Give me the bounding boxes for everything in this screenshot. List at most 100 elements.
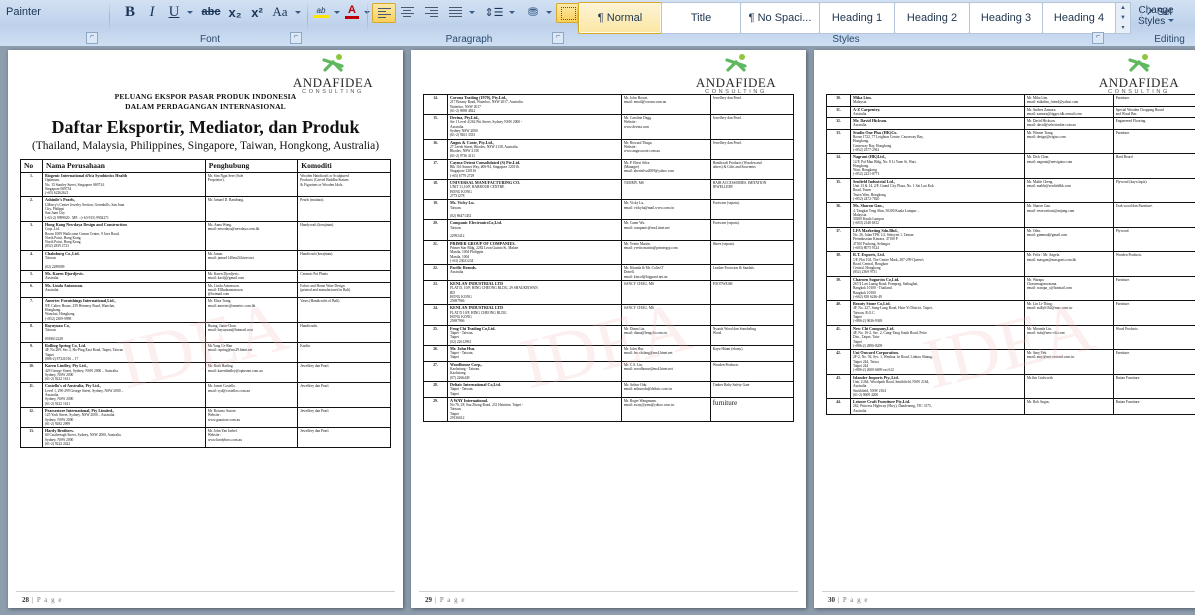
cell-company-name: Chalnburg Co.,Ltd. Taiwan. (02) 2289009 xyxy=(42,249,206,271)
table-row[interactable]: 10. Karen Lindley, Pty Ltd., 429 George St… xyxy=(20,362,391,384)
table-row[interactable]: 22. Pacific Brands. Australia Mr. Khanda & … xyxy=(423,264,795,281)
table-row[interactable]: 24. KENLAN INDUSTRIAL LTD FLAT D 10/F, HIN… xyxy=(423,304,795,326)
underline-button[interactable]: U xyxy=(164,2,184,22)
table-row[interactable]: 21. PRIMER GROUP OF COMPANIES. Primer Star… xyxy=(423,239,795,266)
style-item-no-spacing[interactable]: ¶ No Spaci... xyxy=(740,2,820,34)
cell-no: 12. xyxy=(20,406,43,429)
table-row[interactable]: 20. Companic ElectronicsCo,Ltd. Taiwan. 22… xyxy=(423,219,795,241)
strikethrough-button[interactable]: abc xyxy=(198,2,224,22)
clipboard-dialog-launcher[interactable]: ⌐ xyxy=(86,32,98,44)
table-row[interactable]: 12. Pearsestore International, Pty Limite… xyxy=(20,406,391,429)
table-row[interactable]: 31. A-Z Carpentry. Australia. Mr. Andrez Za… xyxy=(826,105,1195,119)
document-page[interactable]: IDEA ANDAFIDEA CONSULTING PELUANG EKSPOR… xyxy=(8,50,403,608)
table-row[interactable]: 13. Hardy Brothers. 60 Castlereagh Street,… xyxy=(20,427,391,449)
font-dialog-launcher[interactable]: ⌐ xyxy=(290,32,302,44)
superscript-button[interactable]: x² xyxy=(246,2,268,22)
subscript-button[interactable]: x₂ xyxy=(224,2,246,22)
italic-button[interactable]: I xyxy=(142,2,162,22)
table-row[interactable]: 4. Chalnburg Co.,Ltd. Taiwan. (02) 2289009… xyxy=(20,249,391,271)
table-row[interactable]: 44. Leisure Craft Furniture Pty.Ltd. 262, … xyxy=(826,398,1195,415)
word-ribbon: Painter ⌐ B I U abc x₂ x² Aa Font ⌐ ab A xyxy=(0,0,1195,47)
align-center-button[interactable] xyxy=(396,3,418,21)
table-row[interactable]: 5. Ms. Karen Djordjevic. Australia. Mr. Kar… xyxy=(20,269,391,283)
change-case-button[interactable]: Aa xyxy=(268,2,292,22)
table-row[interactable]: 43. Islander Imports Pty.,Ltd. Unit 1/264,… xyxy=(826,373,1195,400)
table-row[interactable]: 38. R.T. Exports, Ltd. 1/F, Flat 102, The … xyxy=(826,251,1195,277)
table-row[interactable]: 29. A WAY International. No 76, 2F, Sau Zh… xyxy=(423,396,795,423)
table-row[interactable]: 14. Corona Trading (1970), Pty.Ltd., 217 B… xyxy=(423,93,795,116)
cell-no: 21. xyxy=(423,239,448,266)
table-row[interactable]: 25. Feng Chi Trading Co,Ltd. Taipei - Taiw… xyxy=(423,324,795,346)
paragraph-dialog-launcher[interactable]: ⌐ xyxy=(552,32,564,44)
table-row[interactable]: 26. Mr. John Hsu. Taipei - Taiwan. Taipei Mr… xyxy=(423,344,795,362)
table-row[interactable]: 32. Mr. David Hickson. Australia. Mr. David… xyxy=(826,117,1195,130)
table-row[interactable]: 39. Charoen Sugarcin Co,Ltd. 267/4 Lan Lua… xyxy=(826,275,1195,302)
cell-line: TAMMY, MS xyxy=(623,181,644,186)
table-row[interactable]: 3. Hong Kong Newdaya Design and Construct… xyxy=(20,220,391,251)
styles-dialog-launcher[interactable]: ⌐ xyxy=(1092,32,1104,44)
style-item-normal[interactable]: ¶ Normal xyxy=(578,2,662,34)
format-painter-button[interactable]: Painter xyxy=(6,4,92,20)
document-page[interactable]: IDEA ANDAFIDEA CONSULTING 14. Corona Tra… xyxy=(411,50,806,608)
table-row[interactable]: 18. UNIVERSAL MANUFACTURING CO. UNIT 11,10… xyxy=(423,179,795,201)
line-spacing-dropdown-arrow[interactable] xyxy=(506,3,517,21)
table-row[interactable]: 36. Ms. Sharon Gan., 4, Tangkat Tong Shin,… xyxy=(826,202,1195,228)
style-item-heading-2[interactable]: Heading 2 xyxy=(894,2,970,34)
bold-button[interactable]: B xyxy=(120,2,140,22)
cell-no: 36. xyxy=(826,202,851,228)
cell-contact: Mr. Mika Lim. email: mikalim_friend@yahoo… xyxy=(1023,94,1114,107)
table-row[interactable]: 40. Beauty Stone Co,Ltd. 4F, No. 227, Sung… xyxy=(826,300,1195,326)
table-row[interactable]: 19. Ms. Vicky Lu. Taiwan. (02) 86471452 Mr.… xyxy=(423,199,795,221)
table-row[interactable]: 28. Deltaic International Co,Ltd. Taipei -… xyxy=(423,380,795,398)
cell-no: 6. xyxy=(20,281,43,299)
align-right-button[interactable] xyxy=(420,3,442,21)
table-row[interactable]: 9. Rolling Spring Co, Ltd. 4F, No.269, Sec… xyxy=(20,342,391,364)
shading-button[interactable]: ⛃ xyxy=(522,3,544,21)
align-left-button[interactable] xyxy=(372,3,396,23)
select-button[interactable]: ➚ Sel xyxy=(1146,4,1194,20)
table-row[interactable]: 33. Studio One Plus (HK)Co. Room 1722, 77 … xyxy=(826,128,1195,155)
style-item-heading-4[interactable]: Heading 4 xyxy=(1042,2,1116,34)
highlight-dropdown-arrow[interactable] xyxy=(331,2,342,22)
line-spacing-button[interactable]: ⇕☰ xyxy=(482,3,506,21)
cell-line: @hotmail.com xyxy=(207,292,230,297)
table-row[interactable]: 11. Costello's of Australia, Pty Ltd., Lev… xyxy=(20,382,391,408)
underline-dropdown-arrow[interactable] xyxy=(184,2,196,22)
cell-line: Furniture. xyxy=(1115,130,1130,135)
table-row[interactable]: 42. Uni Onward Corporation. 2F-2, No. 92, … xyxy=(826,349,1195,375)
cell-line: email: info@new-chi.com xyxy=(1026,330,1065,335)
table-row[interactable]: 1. Biogenic International d/b/a Symbiotic… xyxy=(20,171,391,198)
styles-gallery-scroll[interactable]: ▲ ▼ ▾ xyxy=(1115,2,1131,34)
table-row[interactable]: 6. Ms. Linda Antonsson. Australia. Ms. Lind… xyxy=(20,281,391,299)
table-row[interactable]: 15. Devina, Pty.Ltd., Ste 1 Level 4/262 Pi… xyxy=(423,114,795,140)
table-row[interactable]: 27. Woodhouse Corp,. Kaohsiung - Taiwan. Ka… xyxy=(423,360,795,382)
cell-line: Shoes (sepatu). xyxy=(712,241,735,246)
cell-company-name: Deltaic International Co,Ltd. Taipei - Ta… xyxy=(447,380,622,398)
table-row[interactable]: 41. New Chi Company,Ltd. 4F, No. 16-2, Sec… xyxy=(826,324,1195,351)
table-row[interactable]: 16. Angus & Coote, Pty.Ltd., 27 Leeds Stre… xyxy=(423,138,795,160)
style-item-title[interactable]: Title xyxy=(661,2,741,34)
font-color-button[interactable]: A xyxy=(342,2,362,22)
justify-button[interactable] xyxy=(444,3,466,21)
document-page[interactable]: IDEA ANDAFIDEA CONSULTING 30. Mika Lim. … xyxy=(814,50,1195,608)
table-row[interactable]: 34. Nagrani (HK)Ltd., 12/F, Pal Man Bldg, … xyxy=(826,153,1195,179)
table-row[interactable]: 2. Ashinile's Pearls, LMarcy's Center Jewe… xyxy=(20,196,391,222)
style-item-heading-1[interactable]: Heading 1 xyxy=(819,2,895,34)
table-row[interactable]: 23. KENLAN INDUSTRIAL LTD FLAT D, 10/F, HI… xyxy=(423,279,795,306)
shading-dropdown-arrow[interactable] xyxy=(544,3,554,21)
change-case-dropdown-arrow[interactable] xyxy=(292,2,304,22)
cell-commodity: Wooden Handicraft or Sculptured Products … xyxy=(297,171,391,198)
table-row[interactable]: 8. Bayuyuan Co, Taiwan. 0918612228 Huang, J… xyxy=(20,321,391,344)
text-highlight-color-button[interactable]: ab xyxy=(310,2,332,22)
cell-contact: Mr. Amy Yeh. email: amy@uni-onward.com.tw xyxy=(1023,349,1114,375)
document-canvas[interactable]: IDEA ANDAFIDEA CONSULTING PELUANG EKSPOR… xyxy=(0,46,1195,615)
cell-line: email: nagrani@netvigator.com xyxy=(1026,159,1073,164)
justify-dropdown-arrow[interactable] xyxy=(466,3,477,21)
table-row[interactable]: 37. LFA Marketing Sdn.Bhd., No. 26, Jalan … xyxy=(826,226,1195,253)
style-item-heading-3[interactable]: Heading 3 xyxy=(969,2,1043,34)
table-row[interactable]: 30. Mika Lim. Malaysia. Mr. Mika Lim. email:… xyxy=(826,94,1195,107)
table-row[interactable]: 35. Senfield Industrial Ltd., Unit 13 & 14… xyxy=(826,177,1195,204)
table-row[interactable]: 7. Amertec Furnishings International,Ltd.… xyxy=(20,297,391,323)
cell-company-name: Pacific Brands. Australia xyxy=(447,264,622,281)
table-row[interactable]: 17. Cayma Orient Consolidated (S) Pte.Ltd… xyxy=(423,158,795,181)
